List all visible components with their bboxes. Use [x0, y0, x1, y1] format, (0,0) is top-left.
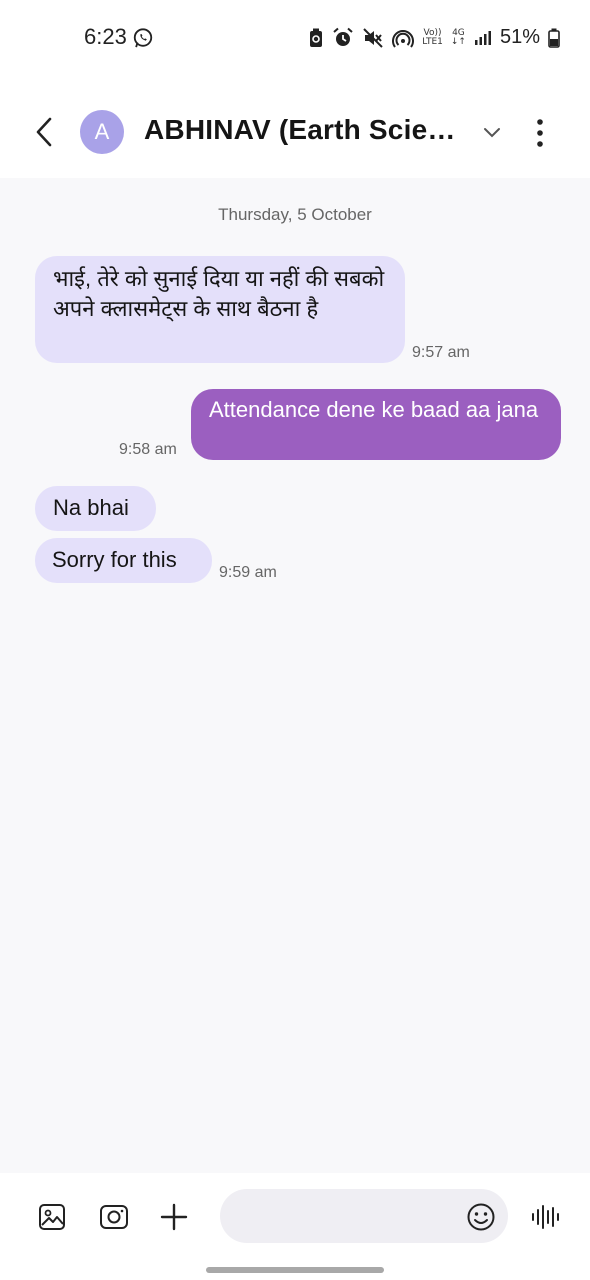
message-composer: [0, 1173, 590, 1280]
battery-icon: [548, 28, 560, 48]
message-text: Attendance dene ke baad aa jana: [209, 397, 539, 422]
lte-label: LTE1: [422, 36, 443, 47]
battery-saver-icon: [310, 28, 323, 47]
status-bar: 6:23 Vo)) LTE1 4G ↓↑ 51%: [0, 0, 590, 78]
contact-name[interactable]: ABHINAV (Earth Science): [144, 114, 466, 146]
conversation-header: A ABHINAV (Earth Science): [0, 78, 590, 178]
contact-avatar[interactable]: A: [80, 110, 124, 154]
back-arrow-icon[interactable]: [28, 116, 60, 148]
date-separator: Thursday, 5 October: [218, 205, 372, 224]
message-time: 9:58 am: [119, 441, 177, 458]
message-time: 9:59 am: [219, 564, 277, 581]
status-icons: Vo)) LTE1 4G ↓↑ 51%: [308, 26, 560, 49]
message-time: 9:57 am: [412, 344, 470, 361]
volte-indicator: Vo)) LTE1: [422, 28, 443, 47]
hotspot-icon: [392, 29, 415, 48]
message-text: Na bhai: [53, 495, 129, 520]
camera-icon[interactable]: [99, 1204, 129, 1230]
alarm-icon: [333, 27, 353, 46]
data-arrows-icon: ↓↑: [450, 36, 466, 47]
home-indicator[interactable]: [206, 1267, 384, 1273]
message-bubble-outgoing[interactable]: Attendance dene ke baad aa jana: [191, 389, 561, 460]
gallery-icon[interactable]: [38, 1203, 66, 1231]
message-bubble-incoming[interactable]: भाई, तेरे को सुनाई दिया या नहीं की सबको …: [35, 256, 405, 363]
status-time: 6:23: [84, 24, 127, 49]
message-thread[interactable]: Thursday, 5 October भाई, तेरे को सुनाई द…: [0, 178, 590, 1173]
message-input[interactable]: [220, 1189, 508, 1243]
voice-icon[interactable]: [530, 1203, 560, 1231]
message-bubble-incoming[interactable]: Sorry for this: [35, 538, 212, 583]
signal-icon: [474, 30, 491, 45]
data-indicator: 4G ↓↑: [450, 28, 466, 47]
emoji-icon[interactable]: [466, 1202, 496, 1232]
plus-icon[interactable]: [160, 1203, 188, 1231]
battery-percent: 51%: [499, 26, 540, 48]
more-options-icon[interactable]: [526, 116, 554, 150]
message-text: Sorry for this: [52, 547, 177, 572]
message-text: भाई, तेरे को सुनाई दिया या नहीं की सबको …: [53, 266, 385, 321]
whatsapp-icon: [133, 28, 153, 48]
chevron-down-icon[interactable]: [480, 120, 504, 144]
mute-icon: [363, 27, 383, 48]
message-bubble-incoming[interactable]: Na bhai: [35, 486, 156, 531]
